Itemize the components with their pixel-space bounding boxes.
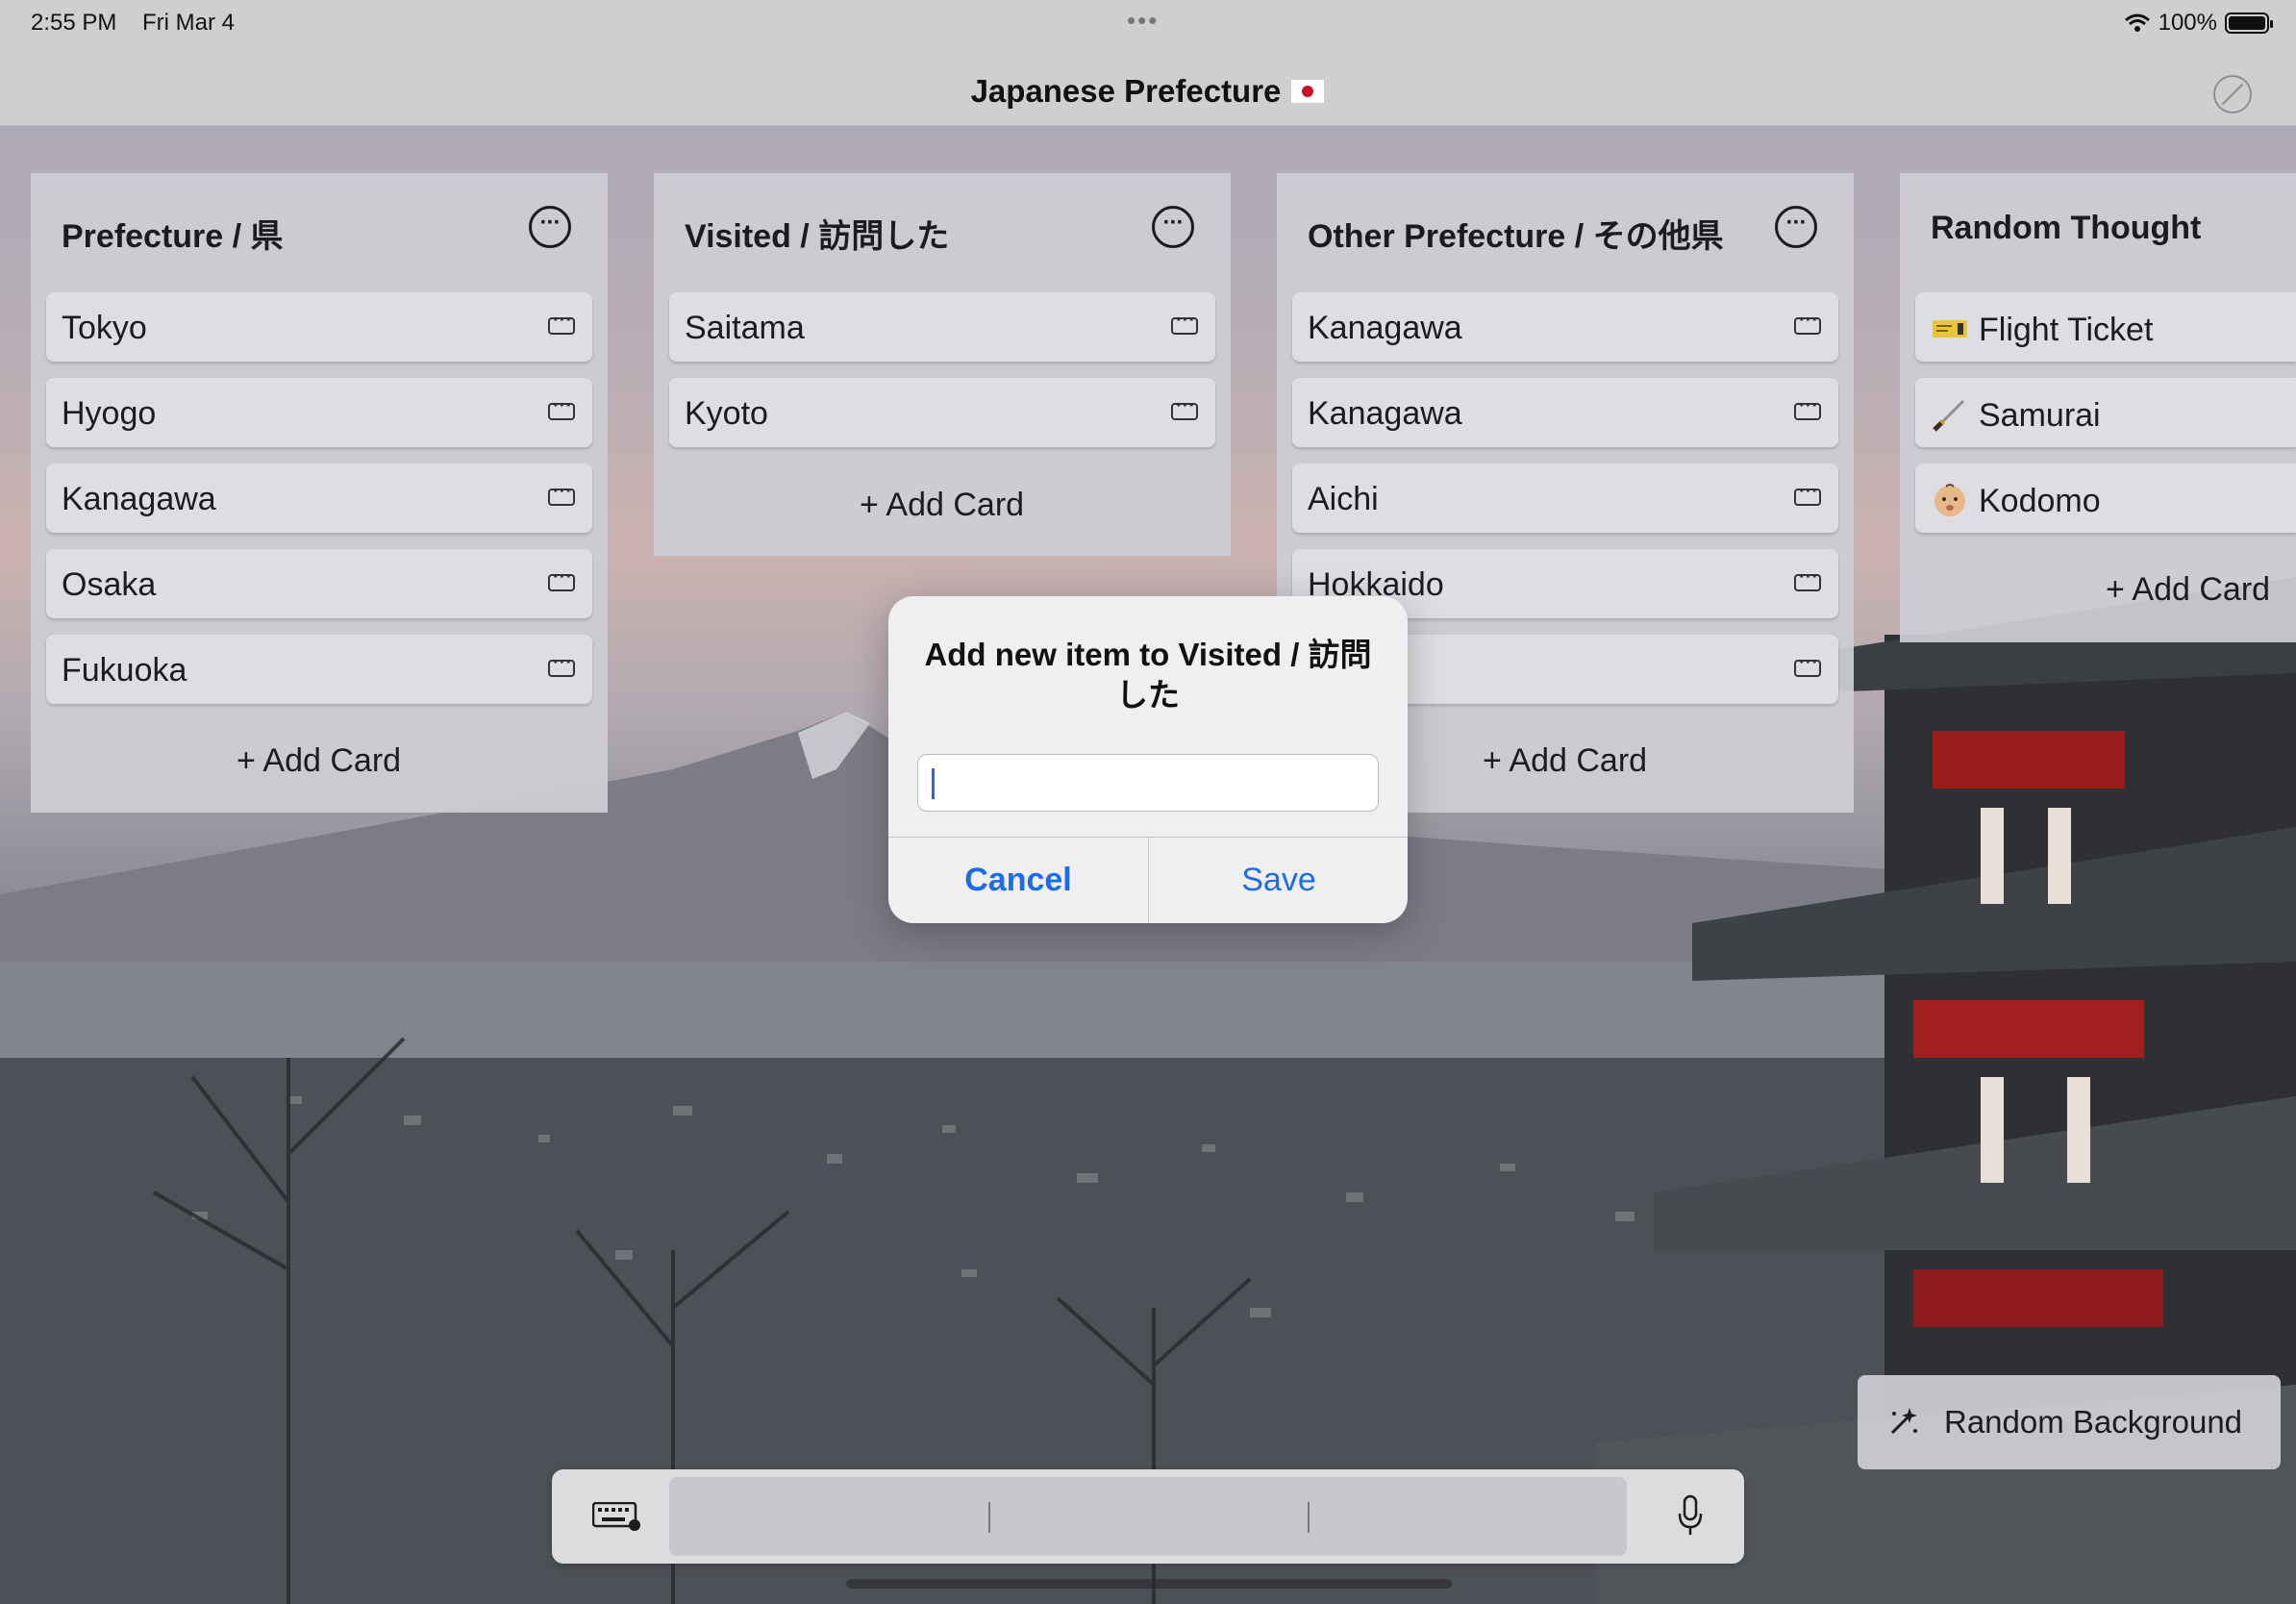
list-random-thought: Random Thought Flight Ticket Samurai Kod… bbox=[1900, 173, 2296, 642]
card[interactable]: Kodomo bbox=[1915, 464, 2296, 533]
page-title: Japanese Prefecture bbox=[0, 73, 2296, 110]
card-detail-icon[interactable] bbox=[548, 310, 575, 335]
list-title: Prefecture / 県 bbox=[62, 218, 284, 255]
microphone-icon[interactable] bbox=[1677, 1494, 1704, 1537]
card-label: Hyogo bbox=[62, 395, 157, 432]
card-text: Kodomo bbox=[1979, 483, 2101, 519]
battery-icon bbox=[2225, 13, 2273, 34]
card-label: Kanagawa bbox=[62, 481, 216, 517]
card[interactable]: Osaka bbox=[46, 549, 592, 618]
baby-icon bbox=[1934, 484, 1965, 516]
list-title: Other Prefecture / その他県 bbox=[1308, 218, 1724, 255]
list-title: Random Thought bbox=[1931, 210, 2202, 246]
random-background-button[interactable]: Random Background bbox=[1858, 1375, 2281, 1469]
status-date: Fri Mar 4 bbox=[142, 10, 235, 36]
home-indicator bbox=[846, 1579, 1452, 1589]
card-label: Samurai bbox=[1931, 395, 2101, 435]
card[interactable]: Kanagawa bbox=[46, 464, 592, 533]
card[interactable]: Kanagawa bbox=[1292, 292, 1838, 362]
ticket-icon bbox=[1933, 320, 1967, 338]
card-detail-icon[interactable] bbox=[548, 566, 575, 591]
card[interactable]: Aichi bbox=[1292, 464, 1838, 533]
list-title: Visited / 訪問した bbox=[685, 218, 950, 255]
page-title-text: Japanese Prefecture bbox=[970, 73, 1282, 109]
card-label: Kanagawa bbox=[1308, 310, 1462, 346]
card[interactable]: Kyoto bbox=[669, 378, 1215, 447]
predictive-text-field[interactable] bbox=[669, 1477, 1627, 1556]
card-label: Kyoto bbox=[685, 395, 768, 432]
card-detail-icon[interactable] bbox=[1171, 310, 1198, 335]
new-item-input[interactable] bbox=[917, 754, 1379, 812]
add-card-button[interactable]: + Add Card bbox=[237, 742, 401, 780]
card-label: Saitama bbox=[685, 310, 805, 346]
battery-percent: 100% bbox=[2158, 10, 2217, 36]
card-label: Flight Ticket bbox=[1931, 310, 2153, 349]
status-time: 2:55 PM bbox=[31, 10, 117, 36]
more-options-icon[interactable]: ··· bbox=[1775, 206, 1817, 248]
more-options-icon[interactable]: ··· bbox=[529, 206, 571, 248]
separator bbox=[1308, 1502, 1310, 1533]
card-text: Samurai bbox=[1979, 397, 2101, 434]
navigation-bar: Japanese Prefecture bbox=[0, 46, 2296, 126]
card[interactable]: Tokyo bbox=[46, 292, 592, 362]
separator bbox=[988, 1502, 990, 1533]
japan-flag-icon bbox=[1290, 79, 1326, 104]
card-detail-icon[interactable] bbox=[1171, 395, 1198, 420]
cancel-button[interactable]: Cancel bbox=[888, 837, 1148, 923]
card-text: Flight Ticket bbox=[1979, 312, 2154, 348]
keyboard-icon[interactable] bbox=[592, 1502, 640, 1531]
list-prefecture: Prefecture / 県 ··· Tokyo Hyogo Kanagawa … bbox=[31, 173, 608, 813]
card-detail-icon[interactable] bbox=[1794, 652, 1821, 677]
card[interactable]: Samurai bbox=[1915, 378, 2296, 447]
card[interactable]: Hyogo bbox=[46, 378, 592, 447]
list-visited: Visited / 訪問した ··· Saitama Kyoto + Add C… bbox=[654, 173, 1231, 556]
edit-disabled-icon[interactable] bbox=[2213, 75, 2252, 113]
text-caret bbox=[932, 768, 935, 799]
card-detail-icon[interactable] bbox=[1794, 566, 1821, 591]
more-options-icon[interactable]: ··· bbox=[1152, 206, 1194, 248]
sword-icon bbox=[1933, 399, 1965, 432]
wifi-icon bbox=[2124, 13, 2150, 32]
card[interactable]: Kanagawa bbox=[1292, 378, 1838, 447]
card[interactable]: Saitama bbox=[669, 292, 1215, 362]
card[interactable]: Fukuoka bbox=[46, 635, 592, 704]
card-detail-icon[interactable] bbox=[1794, 395, 1821, 420]
card-label: Kodomo bbox=[1931, 481, 2101, 520]
add-card-button[interactable]: + Add Card bbox=[860, 487, 1024, 524]
alert-title: Add new item to Visited / 訪問した bbox=[924, 637, 1372, 713]
save-button[interactable]: Save bbox=[1149, 837, 1408, 923]
card-detail-icon[interactable] bbox=[548, 481, 575, 506]
multitasking-dots-icon[interactable]: ••• bbox=[1127, 6, 1159, 36]
keyboard-shortcut-bar bbox=[552, 1469, 1744, 1564]
card-detail-icon[interactable] bbox=[1794, 481, 1821, 506]
add-item-alert: Add new item to Visited / 訪問した Cancel Sa… bbox=[888, 596, 1408, 923]
card-label: Aichi bbox=[1308, 481, 1379, 517]
card-label: Osaka bbox=[62, 566, 157, 603]
card-label: Kanagawa bbox=[1308, 395, 1462, 432]
card-detail-icon[interactable] bbox=[548, 395, 575, 420]
add-card-button[interactable]: + Add Card bbox=[2106, 571, 2270, 609]
status-bar: 2:55 PM Fri Mar 4 ••• 100% bbox=[0, 0, 2296, 46]
card-detail-icon[interactable] bbox=[548, 652, 575, 677]
magic-wand-icon bbox=[1890, 1408, 1917, 1435]
card-detail-icon[interactable] bbox=[1794, 310, 1821, 335]
random-background-label: Random Background bbox=[1944, 1404, 2243, 1440]
card-label: Tokyo bbox=[62, 310, 147, 346]
add-card-button[interactable]: + Add Card bbox=[1483, 742, 1647, 780]
card[interactable]: Flight Ticket bbox=[1915, 292, 2296, 362]
card-label: Fukuoka bbox=[62, 652, 187, 689]
